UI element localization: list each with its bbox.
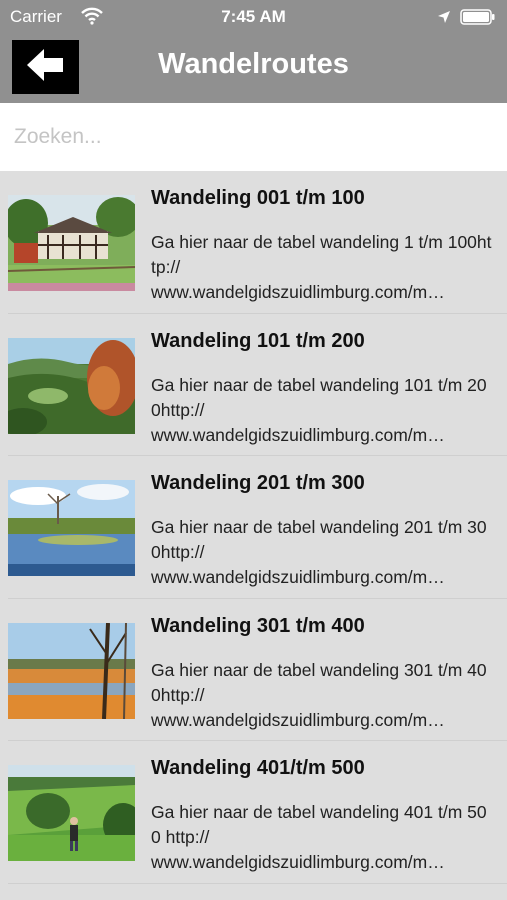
route-title: Wandeling 201 t/m 300 bbox=[151, 472, 365, 494]
route-description: Ga hier naar de tabel wandeling 301 t/m … bbox=[151, 659, 487, 730]
route-thumbnail bbox=[8, 337, 135, 434]
list-item[interactable]: Wandeling 301 t/m 400 Ga hier naar de ta… bbox=[0, 598, 507, 741]
route-thumbnail bbox=[8, 195, 135, 291]
route-description: Ga hier naar de tabel wandeling 201 t/m … bbox=[151, 517, 487, 587]
route-title: Wandeling 101 t/m 200 bbox=[151, 329, 365, 352]
page-title: Wandelroutes bbox=[158, 48, 349, 80]
battery-icon bbox=[460, 9, 496, 25]
status-bar: Carrier 7:45 AM bbox=[0, 0, 507, 34]
list-item[interactable]: Wandeling 001 t/m 100 Ga hier naar de ta… bbox=[0, 171, 507, 314]
route-thumbnail bbox=[8, 765, 135, 861]
navigation-bar: Carrier 7:45 AM Wandelroutes bbox=[0, 0, 507, 103]
route-thumbnail bbox=[8, 622, 135, 719]
route-thumbnail bbox=[8, 480, 135, 576]
list-item[interactable]: Wandeling 401/t/m 500 Ga hier naar de ta… bbox=[0, 741, 507, 884]
list-item[interactable]: Wandeling 201 t/m 300 Ga hier naar de ta… bbox=[0, 456, 507, 599]
route-title: Wandeling 001 t/m 100 bbox=[151, 187, 365, 209]
route-description: Ga hier naar de tabel wandeling 401 t/m … bbox=[151, 802, 487, 872]
route-description: Ga hier naar de tabel wandeling 101 t/m … bbox=[151, 374, 487, 445]
list-item[interactable]: Wandeling 101 t/m 200 Ga hier naar de ta… bbox=[0, 313, 507, 456]
clock: 7:45 AM bbox=[221, 7, 286, 26]
route-description: Ga hier naar de tabel wandeling 1 t/m 10… bbox=[151, 232, 492, 302]
location-arrow-icon bbox=[437, 9, 451, 23]
search-input[interactable] bbox=[14, 117, 484, 157]
search-bar bbox=[0, 103, 507, 171]
route-title: Wandeling 301 t/m 400 bbox=[151, 614, 365, 637]
route-list: Wandeling 001 t/m 100 Ga hier naar de ta… bbox=[0, 171, 507, 884]
route-title: Wandeling 401/t/m 500 bbox=[151, 757, 365, 779]
